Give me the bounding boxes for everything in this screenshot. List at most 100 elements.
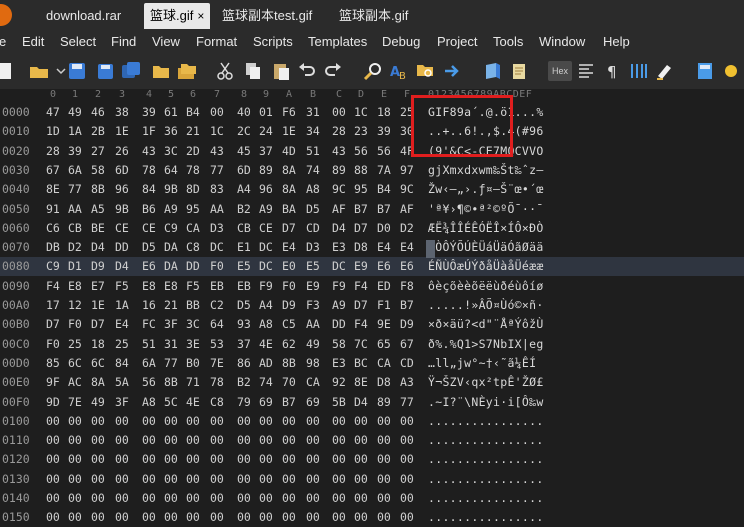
hex-byte[interactable]: 00 (354, 431, 368, 450)
ascii-text[interactable]: ................ (428, 450, 544, 469)
ascii-text[interactable]: .....!»ÂÕ¤Ùó©×ñ· (428, 296, 544, 315)
hex-byte[interactable]: E6 (142, 257, 156, 276)
hex-byte[interactable]: D5 (237, 296, 251, 315)
hex-byte[interactable]: 00 (259, 412, 273, 431)
hex-byte[interactable]: 6C (91, 354, 105, 373)
hex-byte[interactable]: 89 (332, 161, 346, 180)
hex-byte[interactable]: 49 (306, 335, 320, 354)
hex-byte[interactable]: E9 (354, 257, 368, 276)
hex-byte[interactable]: 2C (237, 122, 251, 141)
hex-byte[interactable]: 25 (68, 335, 82, 354)
menu-edit[interactable]: Edit (22, 31, 44, 53)
hex-byte[interactable]: 8B (282, 354, 296, 373)
hex-byte[interactable]: 8E (46, 180, 60, 199)
hex-byte[interactable]: AA (68, 200, 82, 219)
hex-byte[interactable]: 00 (400, 508, 414, 527)
hex-byte[interactable]: 89 (377, 393, 391, 412)
hex-byte[interactable]: 00 (91, 450, 105, 469)
hex-byte[interactable]: 00 (332, 508, 346, 527)
hex-byte[interactable]: 74 (306, 161, 320, 180)
hex-byte[interactable]: 51 (142, 335, 156, 354)
hex-byte[interactable]: 00 (142, 431, 156, 450)
menu-help[interactable]: Help (603, 31, 630, 53)
hex-byte[interactable]: AF (400, 200, 414, 219)
hex-byte[interactable]: 9C (332, 180, 346, 199)
close-icon[interactable]: × (197, 9, 204, 23)
tab-download-rar[interactable]: download.rar (40, 3, 127, 29)
hex-byte[interactable]: 56 (354, 142, 368, 161)
hex-byte[interactable]: 64 (164, 161, 178, 180)
hex-byte[interactable]: 74 (259, 373, 273, 392)
hex-byte[interactable]: 1A (115, 296, 129, 315)
hex-row[interactable]: 0080 C9 D1 D9 D4 E6 DA DD F0 E5 DC E0 E5 DC E9 E6 E6 ÉÑÙÔ… (0, 257, 744, 277)
hex-byte[interactable]: DB (46, 238, 60, 257)
hex-row[interactable]: 00E0 9F AC 8A 5A 56 8B 71 78 B2 74 70 CA 92 8E D8 A3 Ÿ¬ŠZ… (0, 373, 744, 392)
hex-byte[interactable]: 49 (68, 103, 82, 122)
menu-find[interactable]: Find (111, 31, 136, 53)
hex-byte[interactable]: 00 (259, 508, 273, 527)
hex-byte[interactable]: 18 (91, 335, 105, 354)
hex-row[interactable]: 0000 47 49 46 38 39 61 B4 00 40 01 F6 31 00 1C 18 25 GIF8… (0, 103, 744, 122)
hex-byte[interactable]: 8B (91, 180, 105, 199)
hex-byte[interactable]: 00 (237, 412, 251, 431)
hex-byte[interactable]: 64 (210, 315, 224, 334)
hex-byte[interactable]: 43 (332, 142, 346, 161)
save-icon[interactable] (66, 60, 88, 82)
columns-icon[interactable] (576, 60, 598, 82)
paste-icon[interactable] (270, 60, 292, 82)
hex-byte[interactable]: D7 (282, 219, 296, 238)
hex-byte[interactable]: 00 (282, 412, 296, 431)
ascii-text[interactable]: ÉÑÙÔæÚÝðåÜàåÜéææ (428, 257, 544, 276)
cut-icon[interactable] (214, 60, 236, 82)
new-file-icon[interactable] (0, 60, 16, 82)
hex-byte[interactable]: 00 (68, 431, 82, 450)
hex-byte[interactable]: D7 (91, 315, 105, 334)
hex-byte[interactable]: 3C (186, 315, 200, 334)
hex-byte[interactable]: F1 (377, 296, 391, 315)
hex-byte[interactable]: 28 (332, 122, 346, 141)
hex-byte[interactable]: 00 (259, 470, 273, 489)
hex-byte[interactable]: 16 (142, 296, 156, 315)
hex-byte[interactable]: E8 (68, 277, 82, 296)
hex-byte[interactable]: 00 (354, 470, 368, 489)
hex-byte[interactable]: 00 (91, 508, 105, 527)
hex-row[interactable]: 0040 8E 77 8B 96 84 9B 8D 83 A4 96 8A A8 9C 95 B4 9C Žw‹–… (0, 180, 744, 199)
hex-byte[interactable]: 00 (164, 412, 178, 431)
hex-byte[interactable]: 00 (377, 431, 391, 450)
hex-byte[interactable]: DD (332, 315, 346, 334)
hex-byte[interactable]: 00 (306, 450, 320, 469)
hex-byte[interactable]: 00 (115, 431, 129, 450)
hex-byte[interactable]: 00 (186, 470, 200, 489)
hex-byte[interactable]: C6 (46, 219, 60, 238)
hex-byte[interactable]: AF (332, 200, 346, 219)
hex-byte[interactable]: CB (237, 219, 251, 238)
menu-format[interactable]: Format (196, 31, 237, 53)
hex-byte[interactable]: 95 (354, 180, 368, 199)
replace-icon[interactable]: AB (388, 60, 410, 82)
hex-byte[interactable]: F4 (354, 315, 368, 334)
hex-byte[interactable]: 3F (115, 393, 129, 412)
hex-byte[interactable]: 8D (186, 180, 200, 199)
hex-byte[interactable]: 21 (164, 296, 178, 315)
hex-byte[interactable]: 00 (400, 431, 414, 450)
hex-byte[interactable]: F0 (68, 315, 82, 334)
hex-byte[interactable]: 45 (237, 142, 251, 161)
hex-byte[interactable]: 1E (115, 122, 129, 141)
hex-byte[interactable]: D7 (46, 315, 60, 334)
hex-byte[interactable]: 00 (400, 450, 414, 469)
menu-view[interactable]: View (152, 31, 180, 53)
hex-byte[interactable]: E5 (306, 257, 320, 276)
hex-byte[interactable]: 56 (377, 142, 391, 161)
hex-byte[interactable]: A9 (259, 200, 273, 219)
hex-byte[interactable]: 00 (115, 450, 129, 469)
hex-byte[interactable]: C8 (210, 393, 224, 412)
hex-byte[interactable]: 00 (91, 431, 105, 450)
ascii-text[interactable]: ×ð×äü?<d"¨ÅªÝôžÙ (428, 315, 544, 334)
hex-byte[interactable]: BB (186, 296, 200, 315)
hex-byte[interactable]: 85 (46, 354, 60, 373)
hex-byte[interactable]: 00 (237, 470, 251, 489)
run-script-icon[interactable] (482, 60, 504, 82)
hex-byte[interactable]: 7C (354, 335, 368, 354)
hex-byte[interactable]: 6A (68, 161, 82, 180)
hex-byte[interactable]: DD (186, 257, 200, 276)
